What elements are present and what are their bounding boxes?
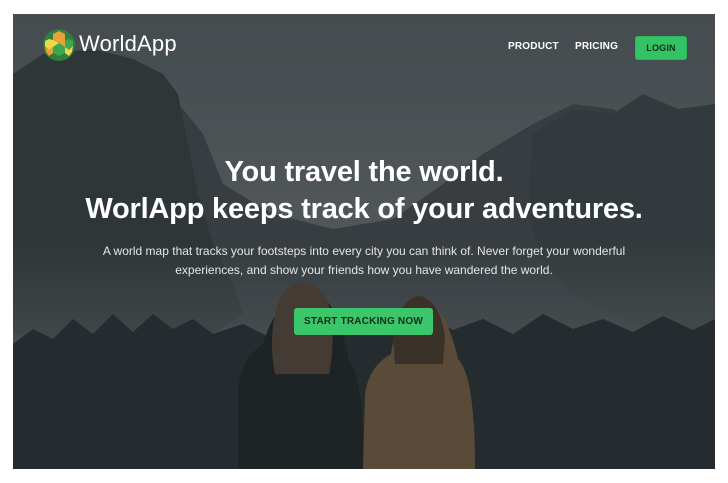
globe-logo-icon[interactable] xyxy=(42,28,76,62)
top-navigation: WorldApp PRODUCT PRICING LOGIN xyxy=(13,14,715,78)
landing-page: WorldApp PRODUCT PRICING LOGIN You trave… xyxy=(13,14,715,469)
brand-name[interactable]: WorldApp xyxy=(79,31,177,57)
nav-link-product[interactable]: PRODUCT xyxy=(508,41,559,52)
hero-title-line-1: You travel the world. xyxy=(224,156,504,188)
hero-headline: You travel the world. WorlApp keeps trac… xyxy=(13,154,715,228)
nav-link-pricing[interactable]: PRICING xyxy=(575,41,618,52)
hero-title-line-2: WorlApp keeps track of your adventures. xyxy=(85,193,643,225)
hero-description: A world map that tracks your footsteps i… xyxy=(102,244,626,277)
login-button[interactable]: LOGIN xyxy=(635,36,687,60)
start-tracking-button[interactable]: START TRACKING NOW xyxy=(294,308,433,335)
